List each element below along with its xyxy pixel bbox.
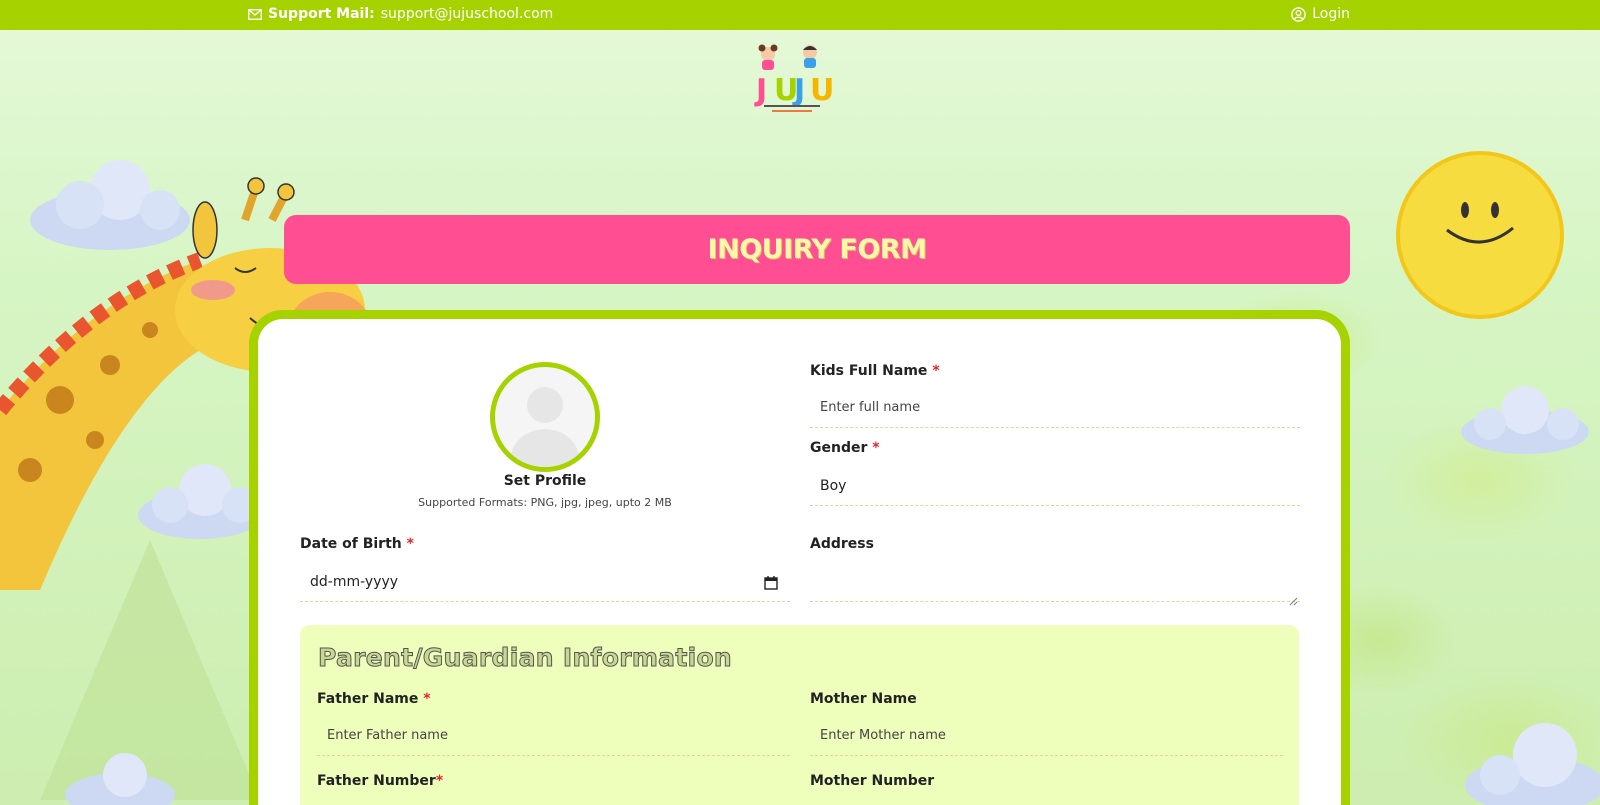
mother-name-label: Mother Name [810,691,917,707]
mother-name-input[interactable] [810,716,1283,756]
form-title: INQUIRY FORM [707,234,927,265]
gender-select[interactable]: Boy [810,466,1300,506]
svg-text:U: U [810,73,832,108]
avatar-placeholder-icon [509,387,581,467]
top-bar: Support Mail: support@jujuschool.com Log… [0,0,1600,30]
envelope-icon [248,8,262,20]
address-label: Address [810,536,874,552]
dob-label: Date of Birth * [300,536,414,552]
resize-handle-icon[interactable] [1289,591,1298,610]
support-mail-label: Support Mail: [268,6,375,22]
login-label: Login [1312,6,1350,22]
cloud-mid-right [1455,380,1595,464]
supported-formats-text: Supported Formats: PNG, jpg, jpeg, upto … [418,496,672,509]
mother-number-label: Mother Number [810,773,935,789]
cloud-bottom-right [1455,715,1600,805]
cloud-top-left [20,150,200,264]
address-textarea[interactable] [810,562,1300,602]
father-name-label: Father Name * [317,691,431,707]
father-name-input[interactable] [317,716,790,756]
svg-text:J: J [792,73,805,108]
support-mail-address[interactable]: support@jujuschool.com [381,6,554,22]
svg-text:J: J [754,73,767,108]
parent-section-heading: Parent/Guardian Information [317,643,733,673]
user-circle-icon [1291,6,1307,22]
support-mail: Support Mail: support@jujuschool.com [248,6,553,22]
form-title-banner: INQUIRY FORM [284,215,1350,284]
parent-guardian-section: Parent/Guardian Information [300,625,1299,805]
login-link[interactable]: Login [1291,6,1350,22]
kids-name-label: Kids Full Name * [810,363,940,379]
profile-avatar-upload[interactable] [490,362,600,472]
set-profile-label[interactable]: Set Profile [445,473,645,489]
sun-illustration [1395,150,1565,320]
kids-name-input[interactable] [810,388,1300,428]
dob-input[interactable]: dd-mm-yyyy [300,562,790,602]
gender-label: Gender * [810,440,880,456]
cloud-bottom-left [60,750,180,805]
juju-logo[interactable]: J U J U [752,42,834,118]
calendar-icon[interactable] [764,575,778,594]
father-number-label: Father Number* [317,773,444,789]
